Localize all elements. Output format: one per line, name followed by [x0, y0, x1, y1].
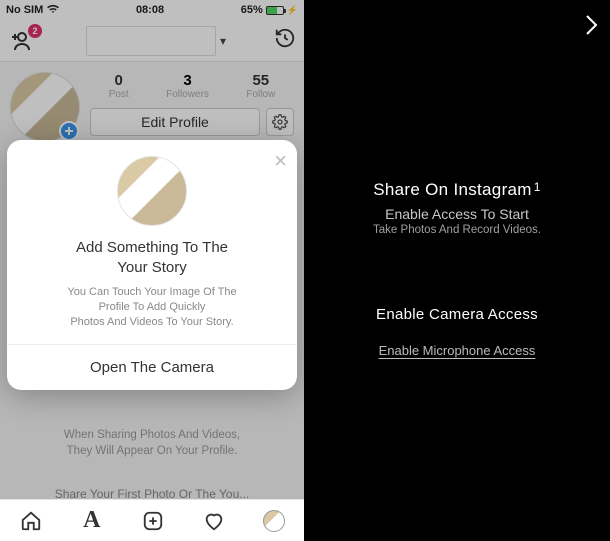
enable-microphone-link[interactable]: Enable Microphone Access: [379, 343, 536, 358]
add-story-modal: × Add Something To The Your Story You Ca…: [7, 140, 297, 390]
home-tab[interactable]: [19, 509, 43, 533]
permission-title-text: Share On Instagram: [373, 180, 531, 199]
permission-subtitle: Enable Access To Start: [324, 206, 590, 222]
permission-title: Share On Instagram1: [324, 180, 590, 200]
search-tab[interactable]: A: [80, 509, 104, 533]
profile-tab[interactable]: [263, 510, 285, 532]
next-chevron-icon[interactable]: [584, 14, 598, 42]
modal-blurb: You Can Touch Your Image Of The Profile …: [67, 285, 236, 330]
add-post-tab[interactable]: [141, 509, 165, 533]
activity-tab[interactable]: [202, 509, 226, 533]
enable-camera-link[interactable]: Enable Camera Access: [376, 306, 538, 323]
bottom-nav: A: [0, 499, 304, 541]
camera-permission-screen: Share On Instagram1 Enable Access To Sta…: [304, 0, 610, 541]
close-button[interactable]: ×: [274, 148, 287, 174]
open-camera-button[interactable]: Open The Camera: [7, 344, 297, 390]
permission-sup: 1: [534, 180, 541, 194]
profile-screen: No SIM 08:08 65% ⚡ 2 ▾: [0, 0, 304, 541]
modal-title: Add Something To The Your Story: [76, 238, 228, 277]
modal-avatar: [117, 156, 187, 226]
permission-subtext: Take Photos And Record Videos.: [324, 224, 590, 236]
